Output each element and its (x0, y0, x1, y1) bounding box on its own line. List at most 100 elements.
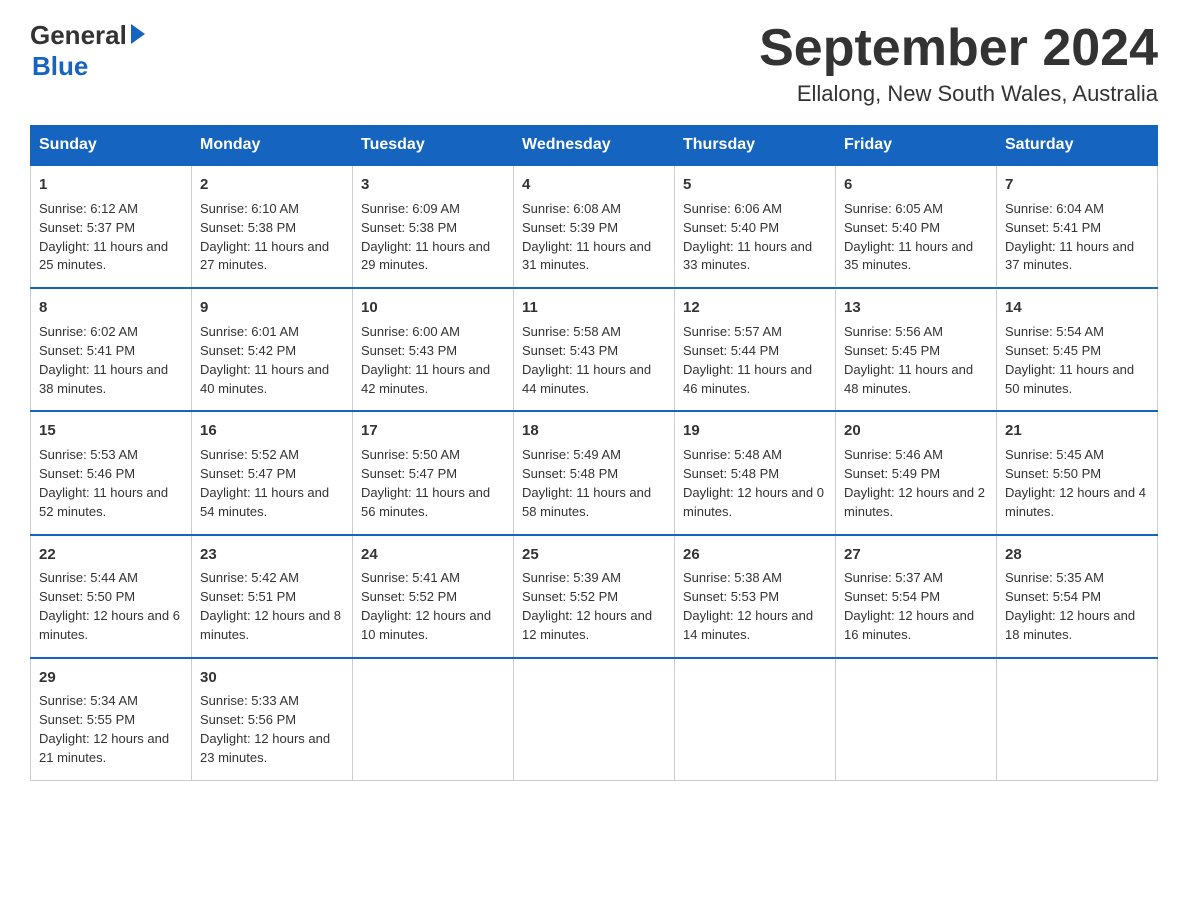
calendar-day-cell: 12Sunrise: 5:57 AMSunset: 5:44 PMDayligh… (675, 288, 836, 411)
day-info: Sunrise: 6:01 AMSunset: 5:42 PMDaylight:… (200, 323, 344, 398)
calendar-week-row: 8 Sunrise: 6:02 AMSunset: 5:41 PMDaylight… (31, 288, 1158, 411)
calendar-day-cell: 24 Sunrise: 5:41 AMSunset: 5:52 PMDayligh… (353, 535, 514, 658)
calendar-week-row: 1 Sunrise: 6:12 AMSunset: 5:37 PMDaylight… (31, 165, 1158, 288)
day-info: Sunrise: 6:04 AMSunset: 5:41 PMDaylight:… (1005, 200, 1149, 275)
page-header: General Blue September 2024 Ellalong, Ne… (30, 20, 1158, 107)
day-info: Sunrise: 5:49 AMSunset: 5:48 PMDaylight:… (522, 446, 666, 521)
day-number: 10 (361, 297, 505, 319)
calendar-day-cell: 4 Sunrise: 6:08 AMSunset: 5:39 PMDaylight… (514, 165, 675, 288)
calendar-header-row: SundayMondayTuesdayWednesdayThursdayFrid… (31, 126, 1158, 166)
day-info: Sunrise: 6:06 AMSunset: 5:40 PMDaylight:… (683, 200, 827, 275)
day-number: 18 (522, 420, 666, 442)
day-number: 11 (522, 297, 666, 319)
day-info: Sunrise: 5:48 AMSunset: 5:48 PMDaylight:… (683, 446, 827, 521)
calendar-day-cell (675, 658, 836, 781)
day-number: 16 (200, 420, 344, 442)
calendar-day-cell: 1 Sunrise: 6:12 AMSunset: 5:37 PMDaylight… (31, 165, 192, 288)
calendar-day-cell: 2Sunrise: 6:10 AMSunset: 5:38 PMDaylight… (192, 165, 353, 288)
day-info: Sunrise: 6:09 AMSunset: 5:38 PMDaylight:… (361, 200, 505, 275)
calendar-header-saturday: Saturday (997, 126, 1158, 166)
day-number: 22 (39, 544, 183, 566)
day-info: Sunrise: 5:57 AMSunset: 5:44 PMDaylight:… (683, 323, 827, 398)
day-info: Sunrise: 5:37 AMSunset: 5:54 PMDaylight:… (844, 569, 988, 644)
logo-blue-text: Blue (32, 51, 88, 82)
calendar-day-cell: 20Sunrise: 5:46 AMSunset: 5:49 PMDayligh… (836, 411, 997, 534)
day-info: Sunrise: 5:39 AMSunset: 5:52 PMDaylight:… (522, 569, 666, 644)
calendar-day-cell: 8 Sunrise: 6:02 AMSunset: 5:41 PMDaylight… (31, 288, 192, 411)
day-number: 24 (361, 544, 505, 566)
day-info: Sunrise: 6:08 AMSunset: 5:39 PMDaylight:… (522, 200, 666, 275)
day-number: 7 (1005, 174, 1149, 196)
day-number: 1 (39, 174, 183, 196)
day-number: 27 (844, 544, 988, 566)
day-info: Sunrise: 6:12 AMSunset: 5:37 PMDaylight:… (39, 200, 183, 275)
calendar-header-tuesday: Tuesday (353, 126, 514, 166)
day-number: 13 (844, 297, 988, 319)
location-text: Ellalong, New South Wales, Australia (759, 81, 1158, 107)
calendar-day-cell: 25Sunrise: 5:39 AMSunset: 5:52 PMDayligh… (514, 535, 675, 658)
calendar-day-cell (353, 658, 514, 781)
day-info: Sunrise: 5:53 AMSunset: 5:46 PMDaylight:… (39, 446, 183, 521)
day-number: 6 (844, 174, 988, 196)
logo-general-text: General (30, 20, 127, 51)
title-block: September 2024 Ellalong, New South Wales… (759, 20, 1158, 107)
month-title: September 2024 (759, 20, 1158, 77)
day-number: 29 (39, 667, 183, 689)
calendar-day-cell: 15 Sunrise: 5:53 AMSunset: 5:46 PMDayligh… (31, 411, 192, 534)
day-info: Sunrise: 5:56 AMSunset: 5:45 PMDaylight:… (844, 323, 988, 398)
calendar-day-cell: 26 Sunrise: 5:38 AMSunset: 5:53 PMDayligh… (675, 535, 836, 658)
day-info: Sunrise: 5:52 AMSunset: 5:47 PMDaylight:… (200, 446, 344, 521)
day-number: 8 (39, 297, 183, 319)
calendar-day-cell: 22 Sunrise: 5:44 AMSunset: 5:50 PMDayligh… (31, 535, 192, 658)
calendar-day-cell: 21 Sunrise: 5:45 AMSunset: 5:50 PMDayligh… (997, 411, 1158, 534)
calendar-day-cell: 17Sunrise: 5:50 AMSunset: 5:47 PMDayligh… (353, 411, 514, 534)
day-info: Sunrise: 5:45 AMSunset: 5:50 PMDaylight:… (1005, 446, 1149, 521)
day-number: 28 (1005, 544, 1149, 566)
day-info: Sunrise: 6:10 AMSunset: 5:38 PMDaylight:… (200, 200, 344, 275)
calendar-header-wednesday: Wednesday (514, 126, 675, 166)
day-number: 20 (844, 420, 988, 442)
day-number: 5 (683, 174, 827, 196)
day-info: Sunrise: 6:05 AMSunset: 5:40 PMDaylight:… (844, 200, 988, 275)
day-number: 21 (1005, 420, 1149, 442)
calendar-day-cell: 13 Sunrise: 5:56 AMSunset: 5:45 PMDayligh… (836, 288, 997, 411)
day-info: Sunrise: 5:38 AMSunset: 5:53 PMDaylight:… (683, 569, 827, 644)
calendar-header-thursday: Thursday (675, 126, 836, 166)
day-number: 9 (200, 297, 344, 319)
day-number: 4 (522, 174, 666, 196)
day-number: 23 (200, 544, 344, 566)
calendar-day-cell: 18 Sunrise: 5:49 AMSunset: 5:48 PMDayligh… (514, 411, 675, 534)
day-number: 26 (683, 544, 827, 566)
calendar-day-cell (997, 658, 1158, 781)
calendar-week-row: 22 Sunrise: 5:44 AMSunset: 5:50 PMDayligh… (31, 535, 1158, 658)
day-info: Sunrise: 5:44 AMSunset: 5:50 PMDaylight:… (39, 569, 183, 644)
day-number: 14 (1005, 297, 1149, 319)
calendar-week-row: 15 Sunrise: 5:53 AMSunset: 5:46 PMDayligh… (31, 411, 1158, 534)
day-info: Sunrise: 5:58 AMSunset: 5:43 PMDaylight:… (522, 323, 666, 398)
calendar-day-cell: 27 Sunrise: 5:37 AMSunset: 5:54 PMDayligh… (836, 535, 997, 658)
day-info: Sunrise: 5:54 AMSunset: 5:45 PMDaylight:… (1005, 323, 1149, 398)
calendar-day-cell: 28 Sunrise: 5:35 AMSunset: 5:54 PMDayligh… (997, 535, 1158, 658)
day-number: 17 (361, 420, 505, 442)
calendar-day-cell: 23 Sunrise: 5:42 AMSunset: 5:51 PMDayligh… (192, 535, 353, 658)
day-info: Sunrise: 6:00 AMSunset: 5:43 PMDaylight:… (361, 323, 505, 398)
calendar-day-cell: 9 Sunrise: 6:01 AMSunset: 5:42 PMDaylight… (192, 288, 353, 411)
calendar-week-row: 29Sunrise: 5:34 AMSunset: 5:55 PMDayligh… (31, 658, 1158, 781)
calendar-day-cell: 29Sunrise: 5:34 AMSunset: 5:55 PMDayligh… (31, 658, 192, 781)
day-info: Sunrise: 6:02 AMSunset: 5:41 PMDaylight:… (39, 323, 183, 398)
day-number: 19 (683, 420, 827, 442)
calendar-day-cell: 3Sunrise: 6:09 AMSunset: 5:38 PMDaylight… (353, 165, 514, 288)
calendar-day-cell: 10 Sunrise: 6:00 AMSunset: 5:43 PMDayligh… (353, 288, 514, 411)
day-info: Sunrise: 5:33 AMSunset: 5:56 PMDaylight:… (200, 692, 344, 767)
calendar-day-cell: 16 Sunrise: 5:52 AMSunset: 5:47 PMDayligh… (192, 411, 353, 534)
calendar-day-cell: 14 Sunrise: 5:54 AMSunset: 5:45 PMDayligh… (997, 288, 1158, 411)
day-info: Sunrise: 5:42 AMSunset: 5:51 PMDaylight:… (200, 569, 344, 644)
day-info: Sunrise: 5:41 AMSunset: 5:52 PMDaylight:… (361, 569, 505, 644)
calendar-header-sunday: Sunday (31, 126, 192, 166)
calendar-day-cell (836, 658, 997, 781)
logo: General Blue (30, 20, 145, 82)
day-info: Sunrise: 5:35 AMSunset: 5:54 PMDaylight:… (1005, 569, 1149, 644)
calendar-day-cell (514, 658, 675, 781)
calendar-day-cell: 7 Sunrise: 6:04 AMSunset: 5:41 PMDaylight… (997, 165, 1158, 288)
day-number: 15 (39, 420, 183, 442)
